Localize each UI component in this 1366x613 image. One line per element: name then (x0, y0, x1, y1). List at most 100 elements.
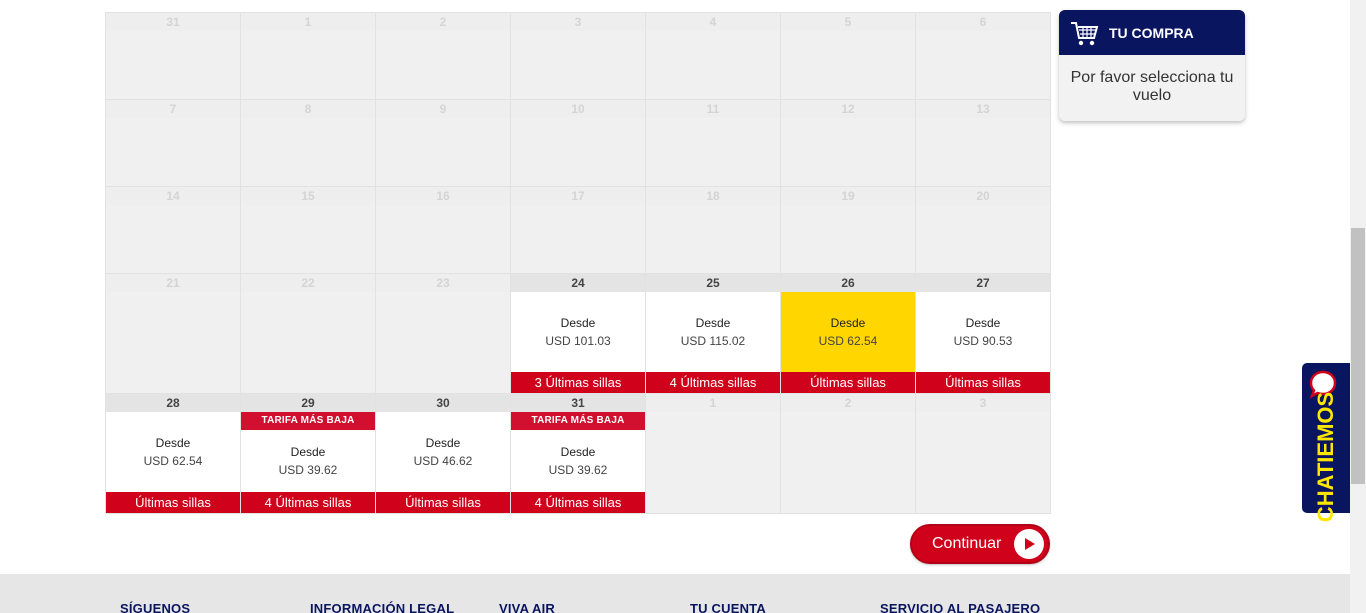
fare-from-label: Desde (695, 316, 731, 330)
calendar-day-cell-disabled: 2 (376, 13, 511, 100)
calendar-week-row: 7 8 9 10 11 12 13 (106, 100, 1051, 187)
fare-option[interactable]: Desde USD 62.54 (781, 292, 915, 372)
calendar-day-cell[interactable]: 27 Desde USD 90.53 Últimas sillas (916, 274, 1051, 394)
footer-link-servicio-al-pasajero[interactable]: SERVICIO AL PASAJERO (880, 601, 1040, 613)
calendar-day-cell-disabled: 1 (646, 394, 781, 514)
calendar-week-row: 21 22 23 24 Desde USD 101.03 3 Últimas sillas 2… (106, 274, 1051, 394)
cart-header: TU COMPRA (1059, 10, 1245, 55)
fare-calendar: 31 1 2 3 4 5 6 7 8 9 10 11 12 13 14 15 16 17 18 19 20 21 22 23 2… (105, 12, 1051, 514)
calendar-day-cell-disabled: 20 (916, 187, 1051, 274)
day-number: 22 (241, 274, 375, 292)
fare-option[interactable]: Desde USD 62.54 (106, 412, 240, 492)
fare-option[interactable]: Desde USD 115.02 (646, 292, 780, 372)
fare-option[interactable]: Desde USD 46.62 (376, 412, 510, 492)
fare-from-label: Desde (425, 436, 461, 450)
seats-remaining-banner: Últimas sillas (106, 492, 240, 513)
calendar-day-cell-disabled: 11 (646, 100, 781, 187)
scrollbar-thumb[interactable] (1351, 228, 1365, 484)
calendar-day-cell[interactable]: 24 Desde USD 101.03 3 Últimas sillas (511, 274, 646, 394)
fare-price: USD 62.54 (143, 454, 203, 468)
fare-option[interactable]: Desde USD 101.03 (511, 292, 645, 372)
fare-price: USD 90.53 (953, 334, 1013, 348)
footer-link-tu-cuenta[interactable]: TU CUENTA (690, 601, 766, 613)
footer-link-informacion-legal[interactable]: INFORMACIÓN LEGAL (310, 601, 454, 613)
calendar-day-cell-disabled: 17 (511, 187, 646, 274)
day-number: 26 (781, 274, 915, 292)
calendar-day-cell[interactable]: 25 Desde USD 115.02 4 Últimas sillas (646, 274, 781, 394)
fare-from-label: Desde (965, 316, 1001, 330)
calendar-day-cell-disabled: 5 (781, 13, 916, 100)
calendar-day-cell[interactable]: 26 Desde USD 62.54 Últimas sillas (781, 274, 916, 394)
fare-from-label: Desde (560, 316, 596, 330)
cart-message: Por favor selecciona tu vuelo (1070, 69, 1234, 104)
cart-title: TU COMPRA (1109, 24, 1194, 41)
day-number: 31 (106, 13, 240, 31)
day-number: 20 (916, 187, 1050, 205)
day-number: 25 (646, 274, 780, 292)
calendar-day-cell-disabled: 12 (781, 100, 916, 187)
fare-from-label: Desde (560, 445, 596, 459)
day-number: 6 (916, 13, 1050, 31)
calendar-day-cell-disabled: 31 (106, 13, 241, 100)
fare-price: USD 39.62 (278, 463, 338, 477)
shopping-cart-icon (1071, 21, 1099, 45)
seats-remaining-banner: 3 Últimas sillas (511, 372, 645, 393)
fare-price: USD 101.03 (545, 334, 611, 348)
calendar-day-cell-disabled: 8 (241, 100, 376, 187)
fare-option[interactable]: Desde USD 90.53 (916, 292, 1050, 372)
calendar-day-cell-disabled: 2 (781, 394, 916, 514)
chat-label: CHATIEMOS (1313, 391, 1338, 523)
fare-from-label: Desde (290, 445, 326, 459)
day-number: 2 (781, 394, 915, 412)
continue-button-label: Continuar (932, 535, 1002, 552)
day-number: 14 (106, 187, 240, 205)
fare-option[interactable]: Desde USD 39.62 (241, 430, 375, 492)
calendar-day-cell[interactable]: 31 TARIFA MÁS BAJA Desde USD 39.62 4 Últimas… (511, 394, 646, 514)
day-number: 12 (781, 100, 915, 118)
fare-price: USD 62.54 (818, 334, 878, 348)
calendar-day-cell-disabled: 3 (511, 13, 646, 100)
calendar-day-cell-disabled: 19 (781, 187, 916, 274)
day-number: 28 (106, 394, 240, 412)
calendar-day-cell-disabled: 6 (916, 13, 1051, 100)
calendar-day-cell-disabled: 18 (646, 187, 781, 274)
seats-remaining-banner: 4 Últimas sillas (646, 372, 780, 393)
footer: SÍGUENOS INFORMACIÓN LEGAL VIVA AIR TU C… (0, 574, 1350, 613)
flight-selection-page: 31 1 2 3 4 5 6 7 8 9 10 11 12 13 14 15 16 17 18 19 20 21 22 23 2… (0, 0, 1366, 613)
calendar-day-cell-disabled: 4 (646, 13, 781, 100)
day-number: 5 (781, 13, 915, 31)
day-number: 11 (646, 100, 780, 118)
calendar-day-cell-disabled: 3 (916, 394, 1051, 514)
fare-from-label: Desde (830, 316, 866, 330)
day-number: 27 (916, 274, 1050, 292)
calendar-day-cell-disabled: 13 (916, 100, 1051, 187)
fare-option[interactable]: Desde USD 39.62 (511, 430, 645, 492)
calendar-day-cell-disabled: 15 (241, 187, 376, 274)
calendar-day-cell-disabled: 9 (376, 100, 511, 187)
continue-button[interactable]: Continuar (910, 524, 1050, 564)
lowest-fare-badge: TARIFA MÁS BAJA (511, 412, 645, 430)
chat-widget[interactable]: CHATIEMOS (1302, 363, 1350, 522)
page-scrollbar[interactable] (1350, 0, 1366, 613)
calendar-day-cell[interactable]: 28 Desde USD 62.54 Últimas sillas (106, 394, 241, 514)
day-number: 21 (106, 274, 240, 292)
day-number: 1 (241, 13, 375, 31)
footer-link-siguenos[interactable]: SÍGUENOS (120, 601, 190, 613)
day-number: 8 (241, 100, 375, 118)
day-number: 19 (781, 187, 915, 205)
seats-remaining-banner: Últimas sillas (781, 372, 915, 393)
day-number: 24 (511, 274, 645, 292)
seats-remaining-banner: 4 Últimas sillas (241, 492, 375, 513)
calendar-day-cell[interactable]: 29 TARIFA MÁS BAJA Desde USD 39.62 4 Últimas… (241, 394, 376, 514)
day-number: 16 (376, 187, 510, 205)
day-number: 30 (376, 394, 510, 412)
fare-price: USD 46.62 (413, 454, 473, 468)
day-number: 10 (511, 100, 645, 118)
footer-link-viva-air[interactable]: VIVA AIR (499, 601, 555, 613)
cart-panel: TU COMPRA Por favor selecciona tu vuelo (1059, 10, 1245, 121)
calendar-week-row: 28 Desde USD 62.54 Últimas sillas 29 TARIFA M… (106, 394, 1051, 514)
fare-from-label: Desde (155, 436, 191, 450)
day-number: 29 (241, 394, 375, 412)
calendar-day-cell[interactable]: 30 Desde USD 46.62 Últimas sillas (376, 394, 511, 514)
day-number: 7 (106, 100, 240, 118)
